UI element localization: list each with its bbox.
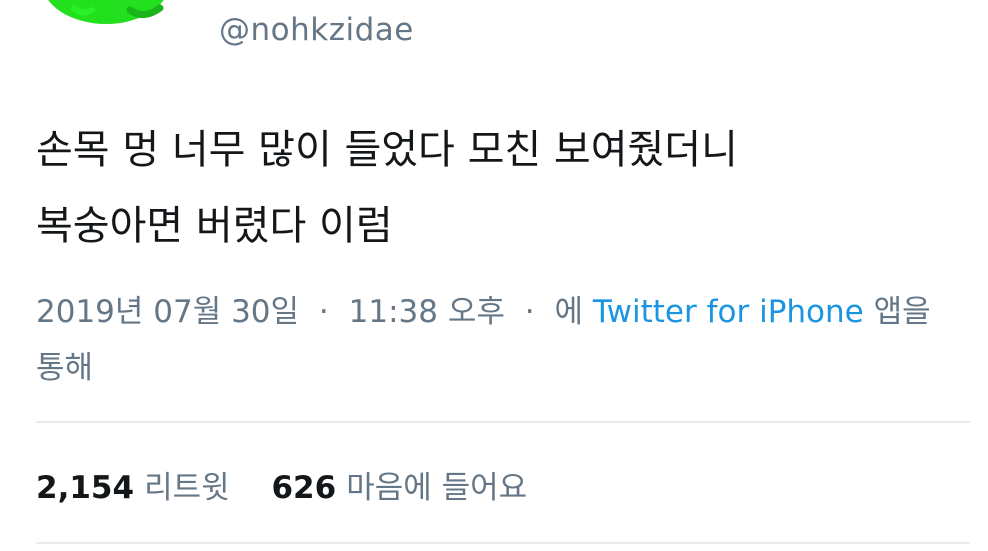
tweet-text-line: 복숭아면 버렸다 이럼: [36, 203, 393, 249]
tweet-meta: 2019년 07월 30일 · 11:38 오후 · 에 Twitter for…: [36, 284, 966, 396]
retweets-stat[interactable]: 2,154 리트윗: [36, 462, 230, 507]
via-suffix: 통해: [36, 350, 94, 386]
likes-label: 마음에 들어요: [346, 470, 528, 506]
separator-dot: ·: [524, 294, 535, 330]
likes-count: 626: [271, 470, 337, 506]
tweet-time[interactable]: 11:38 오후: [349, 294, 505, 330]
via-prefix: 에: [554, 294, 583, 330]
retweets-count: 2,154: [36, 470, 135, 506]
likes-stat[interactable]: 626 마음에 들어요: [271, 462, 527, 507]
tweet-date[interactable]: 2019년 07월 30일: [36, 294, 299, 330]
avatar-image: [48, 0, 164, 24]
tweet-meta-row: 통해: [36, 340, 966, 396]
tweet-stats: 2,154 리트윗 626 마음에 들어요: [36, 462, 559, 507]
avatar[interactable]: [44, 0, 172, 28]
divider: [36, 421, 970, 423]
tweet-meta-row: 2019년 07월 30일 · 11:38 오후 · 에 Twitter for…: [36, 284, 966, 340]
divider: [36, 542, 970, 544]
retweets-label: 리트윗: [144, 470, 230, 506]
separator-dot: ·: [318, 294, 329, 330]
tweet-text: 손목 멍 너무 많이 들었다 모친 보여줬더니 복숭아면 버렸다 이럼: [36, 112, 936, 264]
via-suffix: 앱을: [873, 294, 931, 330]
tweet-text-line: 손목 멍 너무 많이 들었다 모친 보여줬더니: [36, 127, 738, 173]
source-link[interactable]: Twitter for iPhone: [593, 294, 864, 330]
author-handle[interactable]: @nohkzidae: [219, 12, 414, 48]
